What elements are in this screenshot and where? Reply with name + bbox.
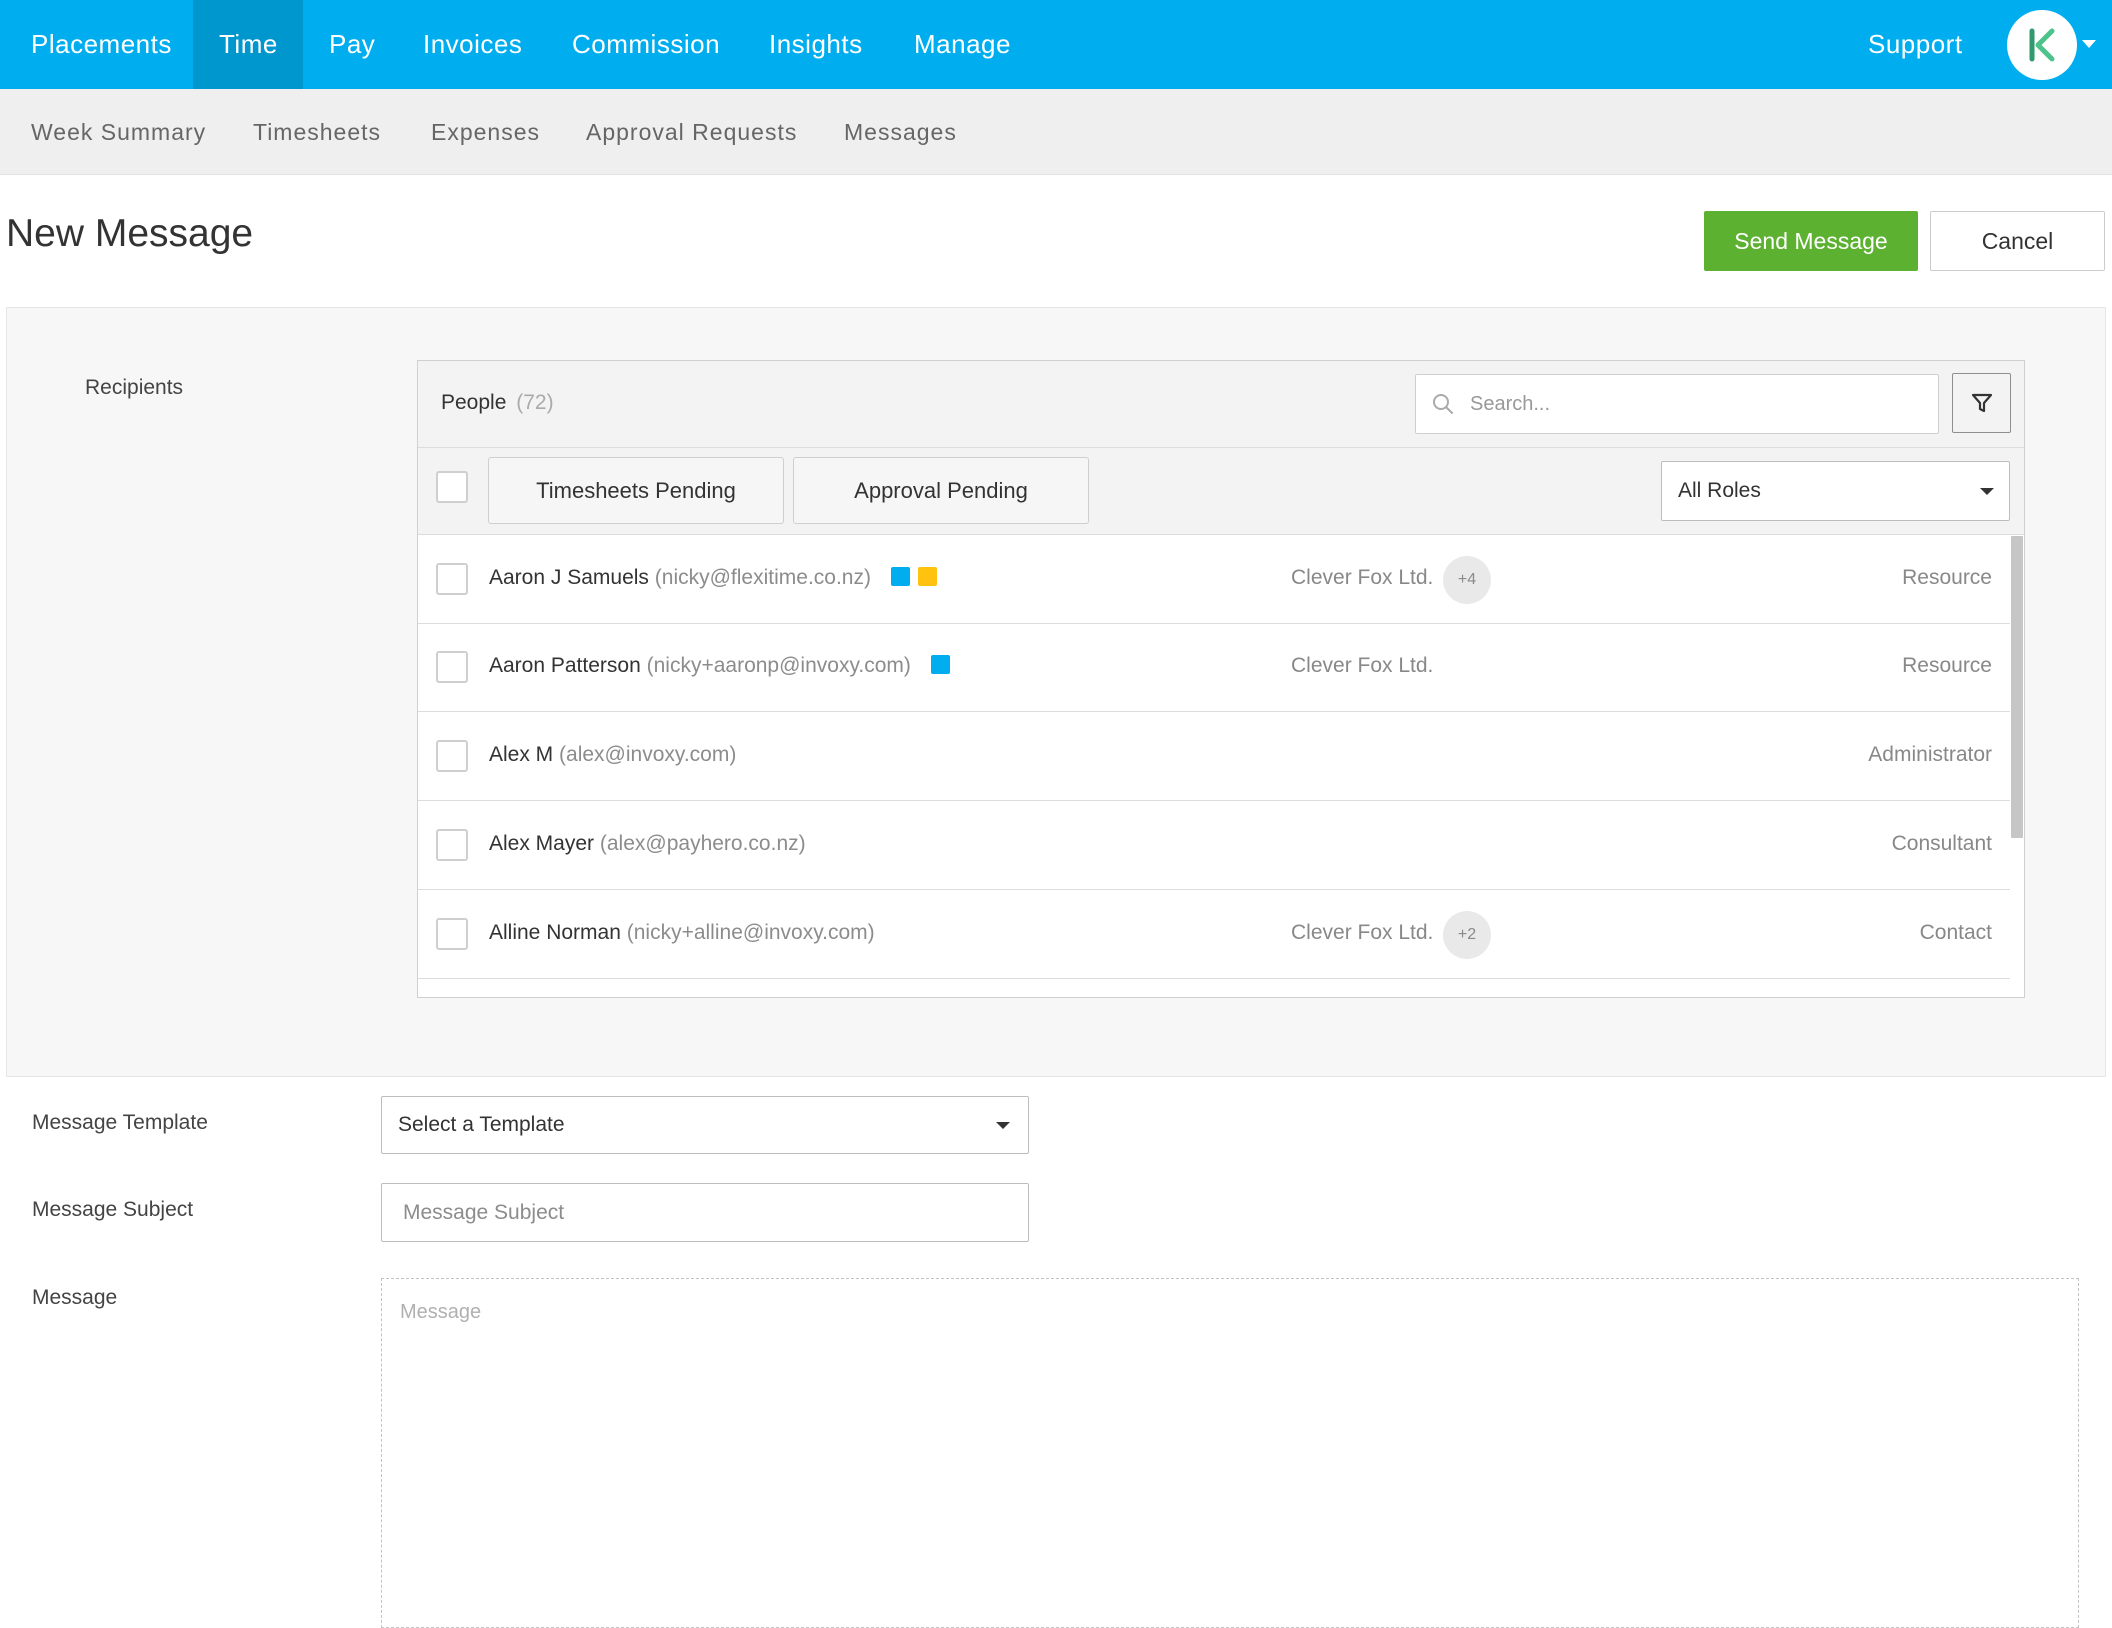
nav-item-pay[interactable]: Pay xyxy=(329,0,409,89)
people-title-label: People xyxy=(441,391,507,414)
nav-item-support[interactable]: Support xyxy=(1868,0,1978,89)
message-label: Message xyxy=(32,1286,118,1309)
person-checkbox[interactable] xyxy=(436,918,468,950)
filter-button[interactable] xyxy=(1952,373,2011,433)
message-template-label: Message Template xyxy=(32,1111,208,1134)
person-role: Contact xyxy=(1919,921,1992,944)
person-company: Clever Fox Ltd. xyxy=(1291,921,1434,944)
person-row[interactable]: Aaron J Samuels (nicky@flexitime.co.nz) … xyxy=(418,536,2010,624)
message-subject-label: Message Subject xyxy=(32,1198,194,1221)
person-name: Aaron Patterson (nicky+aaronp@invoxy.com… xyxy=(489,654,950,678)
person-email: (alex@invoxy.com) xyxy=(559,743,737,766)
funnel-icon xyxy=(1971,393,1993,413)
person-name: Alex Mayer (alex@payhero.co.nz) xyxy=(489,832,806,856)
people-search[interactable] xyxy=(1415,374,1939,434)
nav-item-insights[interactable]: Insights xyxy=(769,0,879,89)
user-menu-caret-icon[interactable] xyxy=(2082,40,2096,48)
people-picker: People (72) Timesheets Pending Approval … xyxy=(417,360,2025,998)
message-subject-input[interactable] xyxy=(381,1183,1029,1242)
person-name: Alex M (alex@invoxy.com) xyxy=(489,743,736,767)
person-email: (alex@payhero.co.nz) xyxy=(599,832,806,855)
status-tag-blue xyxy=(930,655,950,674)
nav-item-manage[interactable]: Manage xyxy=(914,0,1024,89)
people-header: People (72) xyxy=(418,361,2024,448)
person-row[interactable]: Alex Mayer (alex@payhero.co.nz) Consulta… xyxy=(418,802,2010,890)
nav-item-time[interactable]: Time xyxy=(193,0,303,89)
page-title: New Message xyxy=(6,212,254,255)
people-list: Aaron J Samuels (nicky@flexitime.co.nz) … xyxy=(418,536,2024,997)
person-name: Alline Norman (nicky+alline@invoxy.com) xyxy=(489,921,875,945)
nav-item-placements[interactable]: Placements xyxy=(0,0,193,89)
sub-navigation: Week Summary Timesheets Expenses Approva… xyxy=(0,89,2112,175)
nav-item-invoices[interactable]: Invoices xyxy=(423,0,543,89)
person-name: Aaron J Samuels (nicky@flexitime.co.nz) xyxy=(489,566,937,590)
people-count: (72) xyxy=(516,391,554,414)
search-input[interactable] xyxy=(1470,387,1920,421)
recipients-label: Recipients xyxy=(85,376,184,399)
person-row[interactable]: Aaron Patterson (nicky+aaronp@invoxy.com… xyxy=(418,624,2010,712)
timesheets-pending-filter-button[interactable]: Timesheets Pending xyxy=(488,457,784,524)
person-role: Resource xyxy=(1902,654,1992,677)
message-textarea[interactable] xyxy=(381,1278,2079,1628)
person-name-text: Alline Norman xyxy=(489,921,621,944)
person-company: Clever Fox Ltd. xyxy=(1291,654,1434,677)
person-checkbox[interactable] xyxy=(436,740,468,772)
subnav-item-messages[interactable]: Messages xyxy=(844,89,957,175)
person-checkbox[interactable] xyxy=(436,829,468,861)
subnav-item-week-summary[interactable]: Week Summary xyxy=(31,89,206,175)
person-name-text: Aaron Patterson xyxy=(489,654,641,677)
person-email: (nicky@flexitime.co.nz) xyxy=(654,566,871,589)
people-list-scrollbar[interactable] xyxy=(2011,536,2023,838)
subnav-item-timesheets[interactable]: Timesheets xyxy=(253,89,381,175)
subnav-item-approval-requests[interactable]: Approval Requests xyxy=(586,89,797,175)
people-title: People (72) xyxy=(441,391,554,415)
top-navigation: Placements Time Pay Invoices Commission … xyxy=(0,0,2112,89)
person-email: (nicky+aaronp@invoxy.com) xyxy=(646,654,911,677)
role-filter-select[interactable]: All Roles xyxy=(1661,461,2010,521)
subnav-item-expenses[interactable]: Expenses xyxy=(431,89,540,175)
person-row[interactable]: Alline Norman (nicky+alline@invoxy.com) … xyxy=(418,891,2010,979)
person-role: Administrator xyxy=(1868,743,1992,766)
select-all-checkbox[interactable] xyxy=(436,471,468,503)
person-row[interactable]: Alex M (alex@invoxy.com) Administrator xyxy=(418,713,2010,801)
status-tag-blue xyxy=(890,567,910,586)
person-email: (nicky+alline@invoxy.com) xyxy=(626,921,875,944)
person-role: Resource xyxy=(1902,566,1992,589)
chevron-down-icon xyxy=(1980,488,1994,495)
status-tag-yellow xyxy=(917,567,937,586)
user-avatar[interactable] xyxy=(2007,10,2077,80)
approval-pending-filter-button[interactable]: Approval Pending xyxy=(793,457,1089,524)
person-checkbox[interactable] xyxy=(436,563,468,595)
people-toolbar: Timesheets Pending Approval Pending All … xyxy=(418,448,2024,535)
send-message-button[interactable]: Send Message xyxy=(1704,211,1918,271)
k-logo-icon xyxy=(2029,28,2055,62)
person-name-text: Alex M xyxy=(489,743,554,766)
person-company: Clever Fox Ltd. xyxy=(1291,566,1434,589)
message-template-value: Select a Template xyxy=(398,1113,565,1136)
person-checkbox[interactable] xyxy=(436,651,468,683)
message-template-select[interactable]: Select a Template xyxy=(381,1096,1029,1154)
person-name-text: Aaron J Samuels xyxy=(489,566,649,589)
more-companies-badge[interactable]: +4 xyxy=(1443,556,1491,604)
person-name-text: Alex Mayer xyxy=(489,832,595,855)
nav-item-commission[interactable]: Commission xyxy=(572,0,762,89)
person-role: Consultant xyxy=(1891,832,1992,855)
cancel-button[interactable]: Cancel xyxy=(1930,211,2105,271)
chevron-down-icon xyxy=(996,1122,1010,1129)
search-icon xyxy=(1433,394,1453,414)
more-companies-badge[interactable]: +2 xyxy=(1443,911,1491,959)
role-filter-value: All Roles xyxy=(1678,479,1761,502)
